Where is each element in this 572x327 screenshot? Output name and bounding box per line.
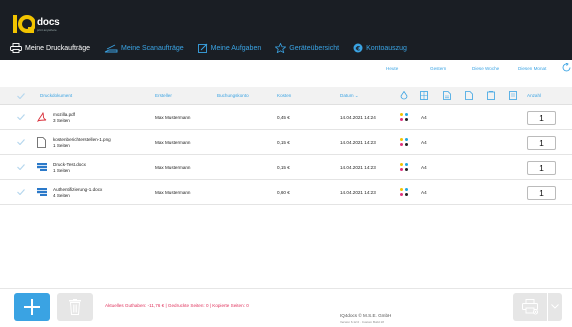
word-file-icon <box>37 163 47 171</box>
row-checkmark-icon[interactable] <box>17 114 25 120</box>
table-row[interactable]: Authentifizierung-1.docx 4 Seiten Max Mus… <box>0 181 572 205</box>
scanner-icon <box>104 44 118 52</box>
nav-label: Kontoauszug <box>366 44 407 52</box>
paper-format: A4 <box>421 115 427 120</box>
printer-icon: 0 <box>522 299 538 315</box>
cost: 0,60 € <box>277 190 290 195</box>
document-name: Authentifizierung-1.docx 4 Seiten <box>53 187 102 199</box>
color-print-icon <box>400 138 409 147</box>
quantity-input[interactable]: 1 <box>527 136 556 150</box>
document-name: kostenberichterstellen-1.png 1 Seiten <box>53 137 111 149</box>
document-name: mozilla.pdf 3 Seiten <box>53 112 75 124</box>
date: 14.04.2021 14:24 <box>340 115 376 120</box>
nav-item-tasks[interactable]: Meine Aufgaben <box>197 43 262 53</box>
quantity-input[interactable]: 1 <box>527 161 556 175</box>
nav-label: Meine Scanaufträge <box>120 44 184 52</box>
nav-item-print-jobs[interactable]: Meine Druckaufträge <box>10 43 90 53</box>
date: 14.04.2021 14:23 <box>340 190 376 195</box>
row-checkmark-icon[interactable] <box>17 164 25 170</box>
nav-item-account-statement[interactable]: € Kontoauszug <box>353 43 407 53</box>
cost: 0,15 € <box>277 140 290 145</box>
col-quantity[interactable]: Anzahl <box>527 93 541 98</box>
date: 14.04.2021 14:23 <box>340 165 376 170</box>
color-print-icon <box>400 163 409 172</box>
paper-format: A4 <box>421 140 427 145</box>
page-count: 1 Seiten <box>53 168 70 173</box>
print-options-dropdown[interactable] <box>548 293 562 321</box>
creator: Max Mustermann <box>155 115 191 120</box>
nav-label: Meine Druckaufträge <box>25 44 90 52</box>
col-cost[interactable]: Kosten <box>277 93 291 98</box>
chevron-down-icon <box>551 304 559 309</box>
col-date[interactable]: Datum ⌄ <box>340 93 359 99</box>
cost: 0,45 € <box>277 115 290 120</box>
printer-icon <box>10 43 22 53</box>
version: Version 6.12.0 · Custom Build 18 <box>340 320 384 324</box>
euro-icon: € <box>353 43 363 53</box>
color-print-icon <box>400 113 409 122</box>
footer-divider <box>0 288 572 289</box>
row-checkmark-icon[interactable] <box>17 139 25 145</box>
creator: Max Mustermann <box>155 190 191 195</box>
cost: 0,15 € <box>277 165 290 170</box>
table-row[interactable]: kostenberichterstellen-1.png 1 Seiten Max… <box>0 131 572 155</box>
star-icon <box>275 43 287 53</box>
edit-icon <box>197 43 207 53</box>
copyright: IQ4docs © M.S.E. GmbH <box>340 313 392 318</box>
date: 14.04.2021 14:23 <box>340 140 376 145</box>
filter-this-month[interactable]: Diesen Monat <box>518 66 546 71</box>
nav-item-devices[interactable]: Geräteübersicht <box>275 43 339 53</box>
filter-this-week[interactable]: Diese Woche <box>472 66 499 71</box>
svg-text:0: 0 <box>534 309 537 314</box>
filter-today[interactable]: Heute <box>386 66 398 71</box>
paper-format: A4 <box>421 190 427 195</box>
table-row[interactable]: mozilla.pdf 3 Seiten Max Mustermann 0,45 … <box>0 106 572 130</box>
table-row[interactable]: Druck-Test.docx 1 Seiten Max Mustermann 0… <box>0 156 572 180</box>
quantity-input[interactable]: 1 <box>527 186 556 200</box>
filter-yesterday[interactable]: Gestern <box>430 66 446 71</box>
pdf-file-icon <box>37 112 47 122</box>
color-drop-icon[interactable] <box>400 91 408 100</box>
word-file-icon <box>37 188 47 196</box>
print-button[interactable]: 0 <box>513 293 547 321</box>
paper-format: A4 <box>421 165 427 170</box>
trash-icon <box>69 299 81 315</box>
svg-text:€: € <box>355 44 361 52</box>
refresh-icon[interactable] <box>562 63 572 72</box>
table-header: Druckdokument Ersteller Buchungskonto Ko… <box>0 87 572 105</box>
col-document[interactable]: Druckdokument <box>40 93 72 98</box>
account-status: Aktuelles Guthaben: -11,76 € | Gedruckte… <box>105 303 249 308</box>
page-count: 4 Seiten <box>53 193 70 198</box>
col-creator[interactable]: Ersteller <box>155 93 172 98</box>
page-icon[interactable] <box>465 91 473 100</box>
app-logo[interactable]: docs print anywhere <box>13 13 73 35</box>
punch-icon[interactable] <box>509 91 517 100</box>
logo-subtext: print anywhere <box>37 28 57 32</box>
logo-text: docs <box>37 17 60 28</box>
staple-icon[interactable] <box>487 91 495 100</box>
creator: Max Mustermann <box>155 140 191 145</box>
delete-button[interactable] <box>57 293 93 321</box>
row-checkmark-icon[interactable] <box>17 189 25 195</box>
add-job-button[interactable] <box>14 293 50 321</box>
nav-label: Geräteübersicht <box>289 44 340 52</box>
document-name: Druck-Test.docx 1 Seiten <box>53 162 86 174</box>
col-booking-account[interactable]: Buchungskonto <box>217 93 249 98</box>
file-icon <box>37 137 46 148</box>
main-nav: Meine Druckaufträge Meine Scanaufträge M… <box>10 40 421 56</box>
quantity-input[interactable]: 1 <box>527 111 556 125</box>
logo-iq-icon <box>13 15 35 33</box>
select-all-checkmark-icon[interactable] <box>17 93 25 99</box>
creator: Max Mustermann <box>155 165 191 170</box>
page-count: 3 Seiten <box>53 118 70 123</box>
page-count: 1 Seiten <box>53 143 70 148</box>
date-filters: Heute Gestern Diese Woche Diesen Monat <box>0 66 572 76</box>
color-print-icon <box>400 188 409 197</box>
top-bar: docs print anywhere Meine Druckaufträge … <box>0 0 572 60</box>
nav-item-scan-jobs[interactable]: Meine Scanaufträge <box>104 44 184 53</box>
paper-format-icon[interactable] <box>420 91 428 100</box>
nav-label: Meine Aufgaben <box>210 44 262 52</box>
duplex-icon[interactable] <box>443 91 451 100</box>
